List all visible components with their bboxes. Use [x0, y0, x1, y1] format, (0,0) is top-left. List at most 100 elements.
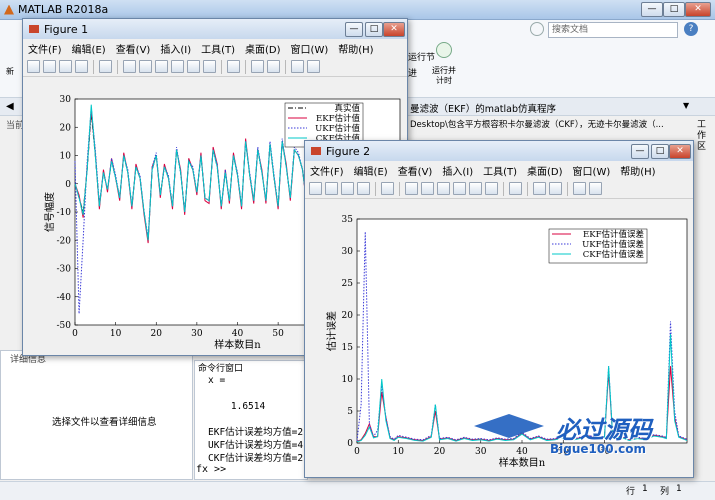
save-icon[interactable]: [341, 182, 354, 195]
y-tick-label: 30: [342, 247, 354, 257]
pointer-icon[interactable]: [381, 182, 394, 195]
y-axis-label: 信号幅度: [43, 192, 56, 232]
command-line: UKF估计误差均方值=4.(: [208, 440, 308, 451]
figure2-maximize-button[interactable]: □: [651, 144, 669, 159]
menu-item[interactable]: 工具(T): [478, 163, 522, 178]
y-tick-label: -50: [57, 321, 72, 331]
y-tick-label: 20: [60, 123, 72, 133]
menu-item[interactable]: 桌面(D): [522, 163, 568, 178]
matlab-titlebar: MATLAB R2018a: [0, 0, 715, 20]
run-section-label[interactable]: 运行节: [408, 50, 435, 63]
x-tick-label: 10: [110, 329, 122, 339]
x-tick-label: 40: [232, 329, 244, 339]
pan-icon[interactable]: [437, 182, 450, 195]
legend-label: UKF估计值误差: [582, 239, 644, 250]
menu-item[interactable]: 文件(F): [305, 163, 349, 178]
menu-item[interactable]: 编辑(E): [349, 163, 393, 178]
status-bar: [0, 481, 715, 500]
y-tick-label: -10: [57, 208, 72, 218]
x-tick-label: 10: [393, 447, 405, 457]
y-tick-label: 0: [347, 439, 353, 449]
legend-icon[interactable]: [549, 182, 562, 195]
next-label[interactable]: 进: [408, 66, 417, 79]
legend-label: EKF估计值误差: [583, 229, 644, 240]
run-time-icon[interactable]: [436, 42, 452, 58]
hide-tools-icon[interactable]: [573, 182, 586, 195]
figure1-minimize-button[interactable]: —: [345, 22, 363, 37]
zoom-in-icon[interactable]: [405, 182, 418, 195]
rotate-icon[interactable]: [453, 182, 466, 195]
brush-icon[interactable]: [203, 60, 216, 73]
link-icon[interactable]: [509, 182, 522, 195]
pointer-icon[interactable]: [99, 60, 112, 73]
y-tick-label: -30: [57, 265, 72, 275]
x-tick-label: 0: [354, 447, 360, 457]
figure1-close-button[interactable]: ✕: [383, 22, 405, 37]
new-figure-icon[interactable]: [309, 182, 322, 195]
figure2-minimize-button[interactable]: —: [631, 144, 649, 159]
datatip-icon[interactable]: [187, 60, 200, 73]
pan-icon[interactable]: [155, 60, 168, 73]
colorbar-icon[interactable]: [533, 182, 546, 195]
menu-item[interactable]: 窗口(W): [286, 41, 334, 56]
brush-icon[interactable]: [485, 182, 498, 195]
legend-label: UKF估计值: [315, 123, 360, 134]
help-icon[interactable]: ?: [684, 22, 698, 36]
figure2-toolbar: [305, 179, 693, 199]
print-icon[interactable]: [357, 182, 370, 195]
zoom-out-icon[interactable]: [139, 60, 152, 73]
datatip-icon[interactable]: [469, 182, 482, 195]
x-axis-label: 样本数目n: [499, 456, 546, 469]
menu-item[interactable]: 文件(F): [23, 41, 67, 56]
save-icon[interactable]: [59, 60, 72, 73]
menu-item[interactable]: 编辑(E): [67, 41, 111, 56]
y-tick-label: 30: [60, 95, 72, 105]
path-bar[interactable]: Desktop\包含平方根容积卡尔曼滤波（CKF），无迹卡尔曼滤波（...: [410, 118, 680, 130]
menu-item[interactable]: 帮助(H): [615, 163, 660, 178]
y-tick-label: -20: [57, 236, 72, 246]
command-prompt[interactable]: fx >>: [196, 464, 226, 475]
main-close-button[interactable]: ✕: [685, 2, 711, 17]
dock-icon[interactable]: [589, 182, 602, 195]
command-line: [208, 387, 308, 400]
menu-item[interactable]: 窗口(W): [568, 163, 616, 178]
editor-file-name[interactable]: 曼滤波（EKF）的matlab仿真程序: [410, 101, 556, 115]
menu-item[interactable]: 查看(V): [111, 41, 156, 56]
link-icon[interactable]: [227, 60, 240, 73]
command-window-title: 命令行窗口: [198, 364, 244, 374]
search-icon[interactable]: [530, 22, 544, 36]
dock-icon[interactable]: [307, 60, 320, 73]
print-icon[interactable]: [75, 60, 88, 73]
x-tick-label: 0: [72, 329, 78, 339]
x-tick-label: 40: [516, 447, 528, 457]
search-field[interactable]: 搜索文档: [548, 22, 678, 38]
menu-item[interactable]: 帮助(H): [333, 41, 378, 56]
y-tick-label: 10: [60, 152, 72, 162]
open-icon[interactable]: [325, 182, 338, 195]
menu-item[interactable]: 工具(T): [196, 41, 240, 56]
app-title: MATLAB R2018a: [18, 3, 109, 16]
menu-item[interactable]: 查看(V): [393, 163, 438, 178]
colorbar-icon[interactable]: [251, 60, 264, 73]
rotate-icon[interactable]: [171, 60, 184, 73]
new-figure-icon[interactable]: [27, 60, 40, 73]
y-tick-label: 10: [342, 375, 354, 385]
menu-item[interactable]: 桌面(D): [240, 41, 286, 56]
run-time-button[interactable]: 运行并 计时: [430, 66, 458, 86]
main-minimize-button[interactable]: —: [641, 2, 663, 17]
x-tick-label: 30: [475, 447, 487, 457]
legend-icon[interactable]: [267, 60, 280, 73]
figure1-maximize-button[interactable]: □: [365, 22, 383, 37]
open-icon[interactable]: [43, 60, 56, 73]
zoom-in-icon[interactable]: [123, 60, 136, 73]
watermark-url: Bigue100.com: [550, 442, 646, 456]
figure-icon: [29, 25, 39, 33]
menu-item[interactable]: 插入(I): [155, 41, 196, 56]
zoom-out-icon[interactable]: [421, 182, 434, 195]
menu-item[interactable]: 插入(I): [437, 163, 478, 178]
back-arrow-icon[interactable]: ◀: [6, 101, 14, 112]
figure2-close-button[interactable]: ✕: [669, 144, 691, 159]
hide-tools-icon[interactable]: [291, 60, 304, 73]
file-dropdown-icon[interactable]: ▼: [683, 101, 689, 110]
main-maximize-button[interactable]: □: [663, 2, 685, 17]
